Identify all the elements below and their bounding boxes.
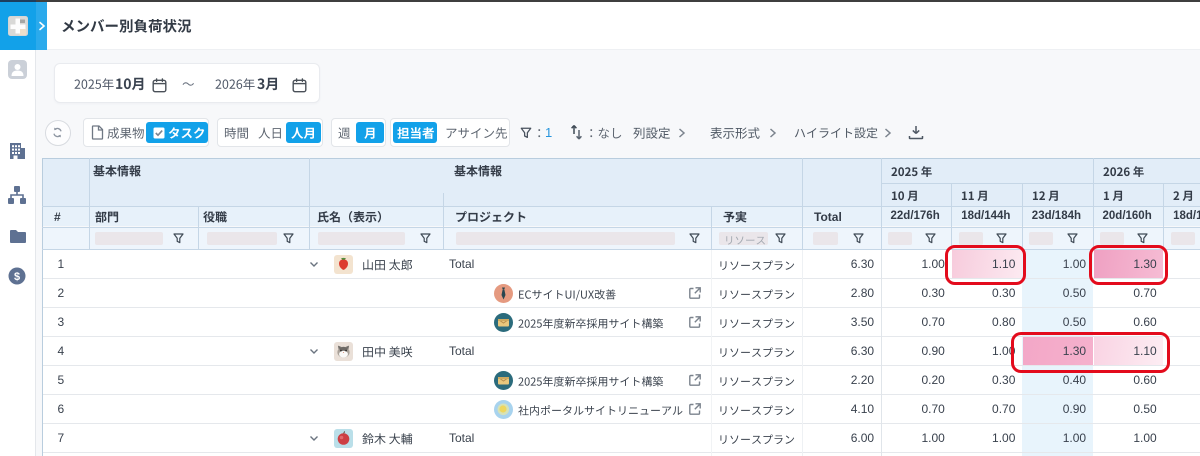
svg-text:$: $ xyxy=(14,271,20,283)
